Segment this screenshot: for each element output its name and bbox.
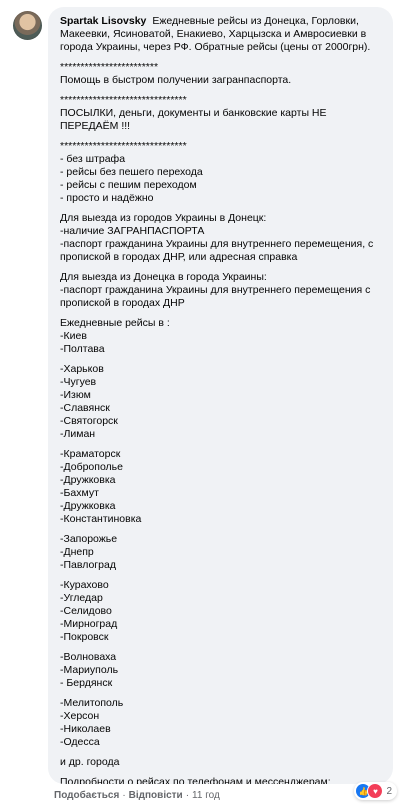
comment-line: -Чугуев [60,376,97,388]
comment-line: -Селидово [60,605,112,617]
comment-paragraph: ******************************* - без штр… [60,140,381,205]
comment-line: -Павлоград [60,559,116,571]
action-separator: · [185,790,190,801]
comment-paragraph: ******************************* ПОСЫЛКИ, … [60,94,381,133]
comment-actions: Подобається · Відповісти · 11 год [54,790,220,801]
comment-line: ПОСЫЛКИ, деньги, документы и банковские … [60,107,327,132]
comment-line: и др. города [60,756,120,768]
comment-paragraph: -Харьков -Чугуев -Изюм -Славянск -Святогорск… [60,363,381,441]
comment-line: -Константиновка [60,513,142,525]
comment-line: -паспорт гражданина Украины для внутренн… [60,284,371,309]
comment-paragraph: ************************ Помощь в быстром… [60,61,381,87]
comment-paragraph: и др. города [60,756,381,769]
comment-timestamp[interactable]: 11 год [192,790,220,801]
comment-line: - просто и надёжно [60,192,154,204]
comment-line: -Дружковка [60,500,116,512]
comment-line: -Киев [60,330,87,342]
like-action[interactable]: Подобається [54,790,119,801]
comment-line: ******************************* [60,140,187,152]
comment-line: -Славянск [60,402,110,414]
comment-paragraph: -Запорожье -Днепр -Павлоград [60,533,381,572]
comment-paragraph: Для выезда из Донецка в города Украины: -… [60,271,381,310]
comment-line: - рейсы без пешего перехода [60,166,203,178]
comment-paragraph: -Волноваха -Мариуполь - Бердянск [60,651,381,690]
comment-line: -Курахово [60,579,109,591]
comment-line: -Мелитополь [60,697,124,709]
comment-line: - Бердянск [60,677,113,689]
comment-line: -Волноваха [60,651,117,663]
comment-author[interactable]: Spartak Lisovsky [60,15,146,27]
comment-line: -паспорт гражданина Украины для внутренн… [60,238,374,263]
comment-line: -Угледар [60,592,103,604]
comment-paragraph: Подробности о рейсах по телефонам и месс… [60,776,381,784]
comment-line: -Мариуполь [60,664,119,676]
comment-line: Ежедневные рейсы в : [60,317,170,329]
comment-line: -Мирноград [60,618,118,630]
comment-line: -Святогорск [60,415,118,427]
comment-paragraph: -Курахово -Угледар -Селидово -Мирноград -Пок… [60,579,381,644]
comment-line: -Запорожье [60,533,118,545]
comment-line: -Херсон [60,710,100,722]
comment-line: - рейсы с пешим переходом [60,179,197,191]
commenter-avatar[interactable] [13,11,42,40]
comment-paragraph: -Краматорск -Доброполье -Дружковка -Бахмут -… [60,448,381,526]
comment-line: -Лиман [60,428,96,440]
comment-line: -Изюм [60,389,91,401]
comment-line: -Харьков [60,363,104,375]
comment-line: Для выезда из городов Украины в Донецк: [60,212,267,224]
comment-line: -Дружковка [60,474,116,486]
comment-line: ************************ [60,61,159,73]
comment-bubble: Spartak Lisovsky Ежедневные рейсы из Доне… [48,7,393,784]
comment-line: -Полтава [60,343,105,355]
comment-line: -наличие ЗАГРАНПАСПОРТА [60,225,205,237]
comment-paragraph: Ежедневные рейсы в : -Киев -Полтава [60,317,381,356]
comment-line: -Покровск [60,631,109,643]
comment-line: -Одесса [60,736,100,748]
reaction-summary[interactable]: 👍 ♥ 2 [354,782,397,800]
action-separator: · [122,790,126,801]
love-reaction-icon: ♥ [367,783,384,799]
comment-line: Помощь в быстром получении загранпаспорт… [60,74,292,86]
comment-line: -Бахмут [60,487,99,499]
comment-line: -Краматорск [60,448,121,460]
comment-paragraph: Для выезда из городов Украины в Донецк: -… [60,212,381,264]
reaction-count: 2 [386,785,392,797]
comment-paragraph: -Мелитополь -Херсон -Николаев -Одесса [60,697,381,749]
comment-line: Подробности о рейсах по телефонам и месс… [60,776,331,784]
comment-line: Для выезда из Донецка в города Украины: [60,271,267,283]
comment-line: -Доброполье [60,461,123,473]
reply-action[interactable]: Відповісти [129,790,183,801]
comment-intro: Spartak Lisovsky Ежедневные рейсы из Доне… [60,15,381,54]
comment-line: -Днепр [60,546,94,558]
comment-line: ******************************* [60,94,187,106]
comment-body: ************************ Помощь в быстром… [60,54,381,784]
comment-line: - без штрафа [60,153,126,165]
comment-line: -Николаев [60,723,111,735]
